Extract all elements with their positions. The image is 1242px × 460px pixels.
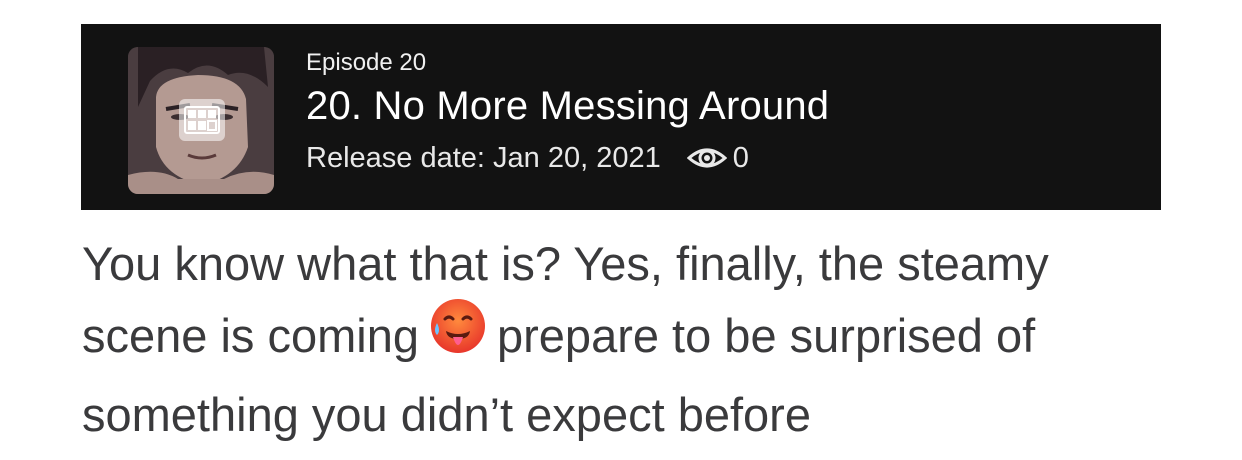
episode-meta: Episode 20 20. No More Messing Around Re… [306,48,829,176]
episode-thumbnail[interactable] [128,47,274,194]
post-line-2-after: prepare to be surprised of [497,309,1036,362]
view-count: 0 [686,140,749,176]
post-text: You know what that is? Yes, finally, the… [82,228,1172,451]
post-line-2-before: scene is coming [82,309,419,362]
eye-icon [686,148,727,168]
view-count-value: 0 [732,142,749,174]
post-line-1: You know what that is? Yes, finally, the… [82,237,1049,290]
grid-icon [179,99,225,141]
hot-face-emoji-icon [429,297,487,375]
episode-number: Episode 20 [306,49,427,76]
episode-subinfo: Release date: Jan 20, 2021 0 [306,140,829,176]
episode-title[interactable]: 20. No More Messing Around [306,82,829,130]
post-line-3: something you didn’t expect before [82,387,811,441]
release-date: Release date: Jan 20, 2021 [306,142,661,174]
episode-card[interactable]: Episode 20 20. No More Messing Around Re… [81,24,1161,210]
post-line-2: scene is coming prepare to be surprised … [82,297,1172,379]
